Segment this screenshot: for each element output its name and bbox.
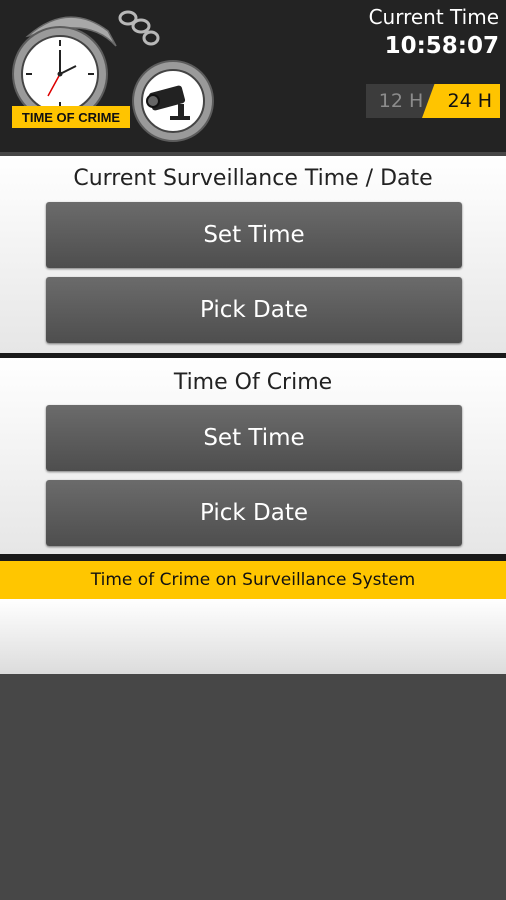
crime-section-title: Time Of Crime	[173, 370, 333, 395]
section-divider	[0, 554, 506, 561]
handcuff-chain	[118, 10, 160, 46]
current-time-label: Current Time	[368, 5, 499, 29]
crime-section: Time Of Crime Set Time Pick Date	[0, 358, 506, 554]
result-display	[0, 599, 506, 674]
surveillance-pick-date-button[interactable]: Pick Date	[46, 277, 462, 343]
time-of-crime-logo: TIME OF CRIME	[12, 10, 214, 142]
toggle-24h[interactable]: 24 H	[422, 84, 500, 118]
time-format-toggle[interactable]: 12 H 24 H	[366, 84, 500, 118]
crime-pick-date-button[interactable]: Pick Date	[46, 480, 462, 546]
current-time-value: 10:58:07	[384, 33, 499, 59]
result-banner: Time of Crime on Surveillance System	[0, 561, 506, 599]
svg-text:TIME OF CRIME: TIME OF CRIME	[22, 110, 121, 125]
app-header: TIME OF CRIME Current Time 10:58:07 12 H…	[0, 0, 506, 152]
surveillance-set-time-button[interactable]: Set Time	[46, 202, 462, 268]
crime-set-time-button[interactable]: Set Time	[46, 405, 462, 471]
surveillance-section-title: Current Surveillance Time / Date	[73, 166, 433, 191]
surveillance-section: Current Surveillance Time / Date Set Tim…	[0, 156, 506, 353]
